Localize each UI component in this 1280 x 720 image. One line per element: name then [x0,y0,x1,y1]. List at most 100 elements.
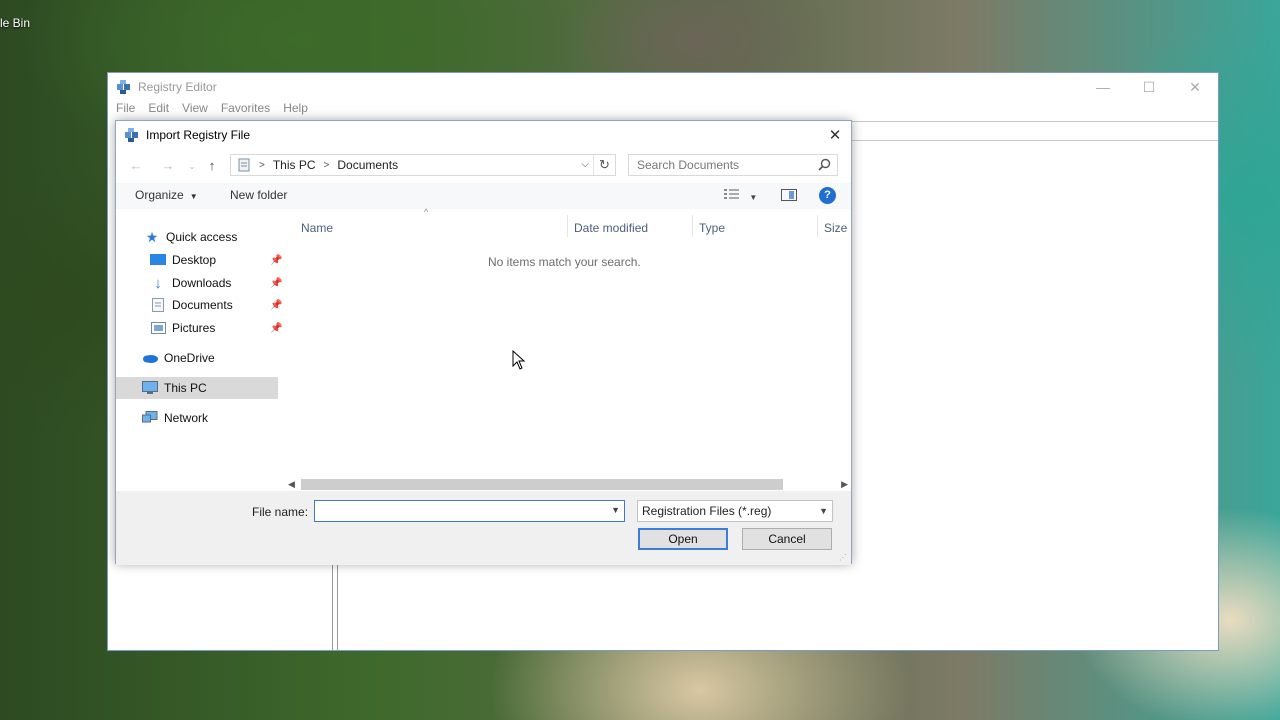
close-button[interactable]: ✕ [1172,73,1218,101]
pictures-icon [150,320,166,336]
sort-ascending-icon: ^ [424,207,429,217]
change-view-button[interactable]: ▼ [724,188,757,203]
desktop-icon [150,252,166,268]
help-icon[interactable]: ? [819,187,836,204]
registry-pane-splitter[interactable] [332,563,338,651]
chevron-down-icon[interactable]: ⌵ [581,159,589,170]
import-registry-dialog: Import Registry File ✕ ← → ⌄ ↑ > This PC… [115,120,852,565]
details-view-icon [724,189,739,199]
horizontal-scrollbar[interactable]: ◀ ▶ [288,477,848,491]
preview-pane-icon[interactable] [781,189,797,201]
nav-quick-access-label: Quick access [166,230,238,244]
up-button[interactable]: ↑ [202,156,222,176]
nav-network[interactable]: Network [142,407,208,429]
organize-button[interactable]: Organize ▼ [135,188,198,202]
nav-onedrive[interactable]: OneDrive [142,347,215,369]
pin-icon[interactable]: 📌 [270,323,282,334]
registry-editor-title: Registry Editor [138,80,217,94]
dialog-footer: File name: ▼ Registration Files (*.reg) … [116,491,851,565]
refresh-icon[interactable]: ↻ [593,155,615,175]
column-size[interactable]: Size [824,221,847,235]
pin-icon[interactable]: 📌 [270,278,282,289]
breadcrumb-documents[interactable]: Documents [337,158,398,172]
recent-locations-button[interactable]: ⌄ [182,156,202,176]
chevron-right-icon: > [259,159,265,171]
recycle-bin-label[interactable]: le Bin [0,16,30,30]
document-icon [150,297,166,313]
address-bar[interactable]: > This PC > Documents ⌵ ↻ [230,154,616,176]
forward-button[interactable]: → [158,156,178,176]
column-date-modified[interactable]: Date modified [574,221,648,235]
menu-view[interactable]: View [182,101,208,121]
menu-edit[interactable]: Edit [148,101,169,121]
dialog-titlebar[interactable]: Import Registry File [116,121,851,149]
registry-app-icon [125,128,138,142]
chevron-right-icon: > [323,159,330,171]
nav-this-pc-label: This PC [164,381,207,395]
mouse-cursor-icon [512,350,526,370]
documents-location-icon [238,158,250,172]
dialog-toolbar: Organize ▼ New folder ▼ ? [116,183,851,209]
download-arrow-icon: ↓ [154,274,162,292]
registry-values-header [848,121,1218,141]
pin-icon[interactable]: 📌 [270,300,282,311]
nav-quick-access[interactable]: ★ Quick access [144,226,238,248]
open-button[interactable]: Open [638,528,728,550]
nav-desktop[interactable]: Desktop 📌 [150,249,282,271]
breadcrumb-this-pc[interactable]: This PC [273,158,316,172]
new-folder-button[interactable]: New folder [230,188,287,202]
chevron-down-icon[interactable]: ▼ [611,505,620,515]
scroll-right-icon[interactable]: ▶ [841,477,848,491]
nav-this-pc[interactable]: This PC [142,377,207,399]
star-icon: ★ [145,228,159,245]
cloud-icon [142,350,158,366]
column-divider[interactable] [692,215,693,237]
nav-pictures[interactable]: Pictures 📌 [150,317,282,339]
menu-favorites[interactable]: Favorites [221,101,270,121]
network-icon [142,410,158,426]
nav-downloads[interactable]: ↓ Downloads 📌 [150,272,282,294]
maximize-button[interactable]: ☐ [1126,73,1172,101]
search-box[interactable] [628,154,838,176]
scroll-left-icon[interactable]: ◀ [288,477,295,491]
computer-icon [142,380,158,396]
column-divider[interactable] [817,215,818,237]
file-list[interactable]: ^ Name Date modified Type Size No items … [294,207,850,493]
search-input[interactable] [637,158,807,172]
empty-folder-message: No items match your search. [488,255,641,269]
navigation-row: ← → ⌄ ↑ > This PC > Documents ⌵ ↻ [116,153,851,179]
dialog-close-button[interactable]: ✕ [819,121,851,149]
resize-grip-icon[interactable]: ⋰ [839,553,849,563]
nav-documents-label: Documents [172,298,233,312]
search-icon[interactable] [818,158,831,171]
menu-help[interactable]: Help [283,101,308,121]
organize-label: Organize [135,188,184,202]
nav-pictures-label: Pictures [172,321,216,335]
nav-desktop-label: Desktop [172,253,217,267]
nav-network-label: Network [164,411,209,425]
scrollbar-thumb[interactable] [301,479,783,490]
pin-icon[interactable]: 📌 [270,255,282,266]
caret-down-icon: ▼ [749,193,758,202]
column-name[interactable]: Name [301,221,333,235]
registry-menubar: File Edit View Favorites Help [108,101,1218,121]
registry-app-icon [117,80,130,94]
nav-documents[interactable]: Documents 📌 [150,294,282,316]
file-type-select[interactable]: Registration Files (*.reg) ▼ [637,500,833,522]
minimize-button[interactable]: — [1080,73,1126,101]
cancel-button[interactable]: Cancel [742,528,832,550]
file-name-label: File name: [252,505,309,519]
column-divider[interactable] [567,215,568,237]
file-name-combobox[interactable]: ▼ [314,500,625,522]
menu-file[interactable]: File [116,101,135,121]
dialog-title: Import Registry File [146,128,251,142]
registry-editor-titlebar[interactable]: Registry Editor [108,73,1218,101]
nav-onedrive-label: OneDrive [164,351,215,365]
caret-down-icon: ▼ [189,192,198,201]
chevron-down-icon: ▼ [819,506,828,516]
column-type[interactable]: Type [699,221,725,235]
navigation-pane: ★ Quick access Desktop 📌 ↓ Downloads 📌 D… [116,213,286,493]
back-button[interactable]: ← [126,156,146,176]
file-name-input[interactable] [319,504,599,518]
file-type-value: Registration Files (*.reg) [642,504,772,518]
